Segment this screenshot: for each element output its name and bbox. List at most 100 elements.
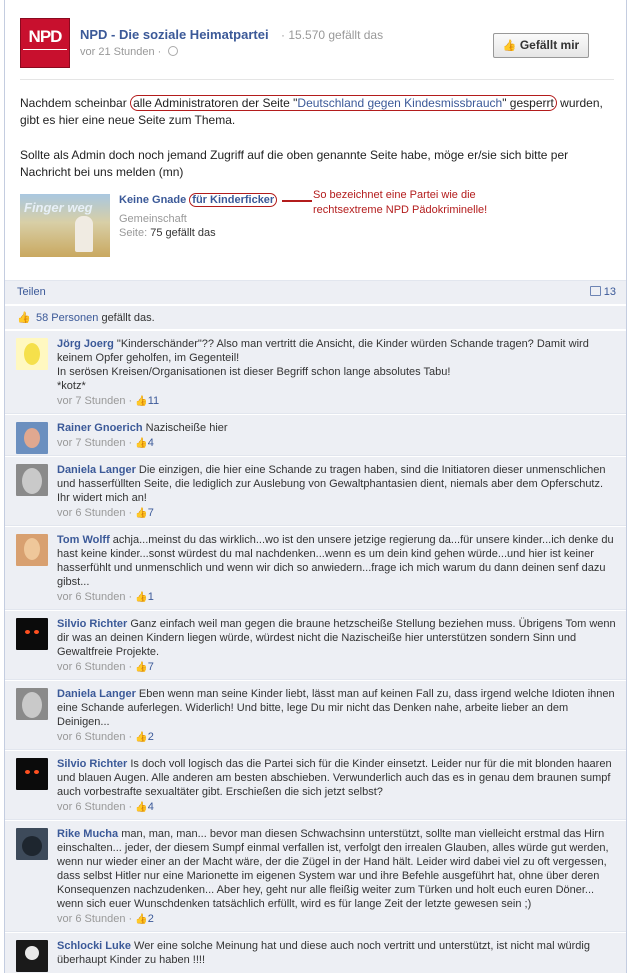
page-avatar[interactable]: NPD: [20, 18, 70, 68]
page-name-link[interactable]: NPD - Die soziale Heimatpartei: [80, 27, 269, 42]
comment-like-count[interactable]: 👍2: [135, 731, 154, 743]
comment-item: Rike Mucha man, man, man... bevor man di…: [5, 820, 626, 932]
comment-text-line3: *kotz*: [57, 380, 86, 392]
shared-page-type: Gemeinschaft: [119, 213, 187, 225]
logo-underline: [23, 49, 67, 57]
globe-icon: [168, 46, 179, 56]
likes-summary: 👍 58 Personen gefällt das.: [5, 305, 626, 329]
referenced-page-link[interactable]: Deutschland gegen Kindesmissbrauch: [297, 96, 502, 110]
avatar[interactable]: [16, 534, 48, 566]
comment-meta: vor 6 Stunden · 👍2: [57, 913, 154, 925]
likes-summary-text: 58 Personen gefällt das.: [36, 312, 155, 324]
avatar[interactable]: [16, 758, 48, 790]
page-likes-text: 15.570 gefällt das: [288, 28, 384, 42]
comment-body: Rainer Gnoerich Nazischeiße hier: [57, 421, 616, 435]
comment-time[interactable]: vor 6 Stunden: [57, 731, 126, 743]
logo-text: NPD: [28, 27, 63, 46]
comment-icon: [589, 286, 601, 296]
avatar[interactable]: [16, 422, 48, 454]
comment-text-line2: In serösen Kreisen/Organisationen ist di…: [57, 366, 451, 378]
circle-text-2: " gesperrt: [502, 96, 554, 110]
comment-text: Nazischeiße hier: [142, 422, 228, 434]
comment-like-count[interactable]: 👍4: [135, 801, 154, 813]
like-page-button[interactable]: 👍 Gefällt mir: [493, 33, 589, 58]
like-page-label: Gefällt mir: [519, 38, 580, 52]
post-paragraph-2: Sollte als Admin doch noch jemand Zugrif…: [20, 148, 569, 179]
comment-time[interactable]: vor 6 Stunden: [57, 591, 126, 603]
comment-meta: vor 6 Stunden · 👍7: [57, 661, 154, 673]
comment-like-count[interactable]: 👍2: [135, 913, 154, 925]
comment-item: Silvio Richter Is doch voll logisch das …: [5, 750, 626, 820]
post-paragraph-1: Nachdem scheinbar alle Administratoren d…: [20, 95, 610, 129]
avatar[interactable]: [16, 828, 48, 860]
comment-author[interactable]: Daniela Langer: [57, 688, 136, 700]
comment-count-value: 13: [603, 286, 616, 298]
post-message: Nachdem scheinbar alle Administratoren d…: [20, 95, 610, 199]
thumb-up-icon: 👍: [502, 40, 517, 52]
thumb-up-icon: 👍: [17, 312, 31, 324]
comment-body: Daniela Langer Die einzigen, die hier ei…: [57, 463, 616, 505]
comment-item: Schlocki Luke Wer eine solche Meinung ha…: [5, 932, 626, 973]
comment-count[interactable]: 13: [589, 286, 616, 298]
comment-like-count[interactable]: 👍7: [135, 661, 154, 673]
avatar[interactable]: [16, 618, 48, 650]
page-likes-count: · 15.570 gefällt das: [281, 28, 384, 42]
comment-item: Silvio Richter Ganz einfach weil man geg…: [5, 610, 626, 680]
likes-suffix: gefällt das.: [98, 312, 155, 324]
comment-author[interactable]: Rike Mucha: [57, 828, 118, 840]
comment-author[interactable]: Schlocki Luke: [57, 940, 131, 952]
post-time: vor 21 Stunden ·: [80, 46, 179, 58]
shared-page-attachment: Finger weg Keine Gnade für Kinderficker …: [20, 189, 620, 258]
shared-page-likes: Seite: 75 gefällt das: [119, 227, 216, 239]
comment-likes-value: 7: [147, 507, 154, 519]
comment-item: Jörg Joerg "Kinderschänder"?? Also man v…: [5, 330, 626, 414]
comment-author[interactable]: Jörg Joerg: [57, 338, 114, 350]
red-annotation-note: So bezeichnet eine Partei wie die rechts…: [313, 189, 488, 216]
post-timestamp[interactable]: vor 21 Stunden: [80, 46, 155, 58]
comment-item: Rainer Gnoerich Nazischeiße hier vor 7 St…: [5, 414, 626, 456]
comment-time[interactable]: vor 7 Stunden: [57, 395, 126, 407]
comment-author[interactable]: Tom Wolff: [57, 534, 110, 546]
comment-like-count[interactable]: 👍11: [135, 395, 159, 407]
avatar[interactable]: [16, 940, 48, 972]
circled-highlight: alle Administratoren der Seite "Deutschl…: [130, 95, 557, 111]
shared-page-title[interactable]: Keine Gnade für Kinderficker: [119, 193, 278, 207]
comment-body: Silvio Richter Is doch voll logisch das …: [57, 757, 616, 799]
avatar[interactable]: [16, 688, 48, 720]
comment-time[interactable]: vor 6 Stunden: [57, 507, 126, 519]
comment-body: Schlocki Luke Wer eine solche Meinung ha…: [57, 939, 616, 967]
thumb-up-icon: 👍: [135, 662, 148, 673]
comment-author[interactable]: Daniela Langer: [57, 464, 136, 476]
post-header: NPD NPD - Die soziale Heimatpartei · 15.…: [20, 18, 620, 70]
comment-meta: vor 6 Stunden · 👍2: [57, 731, 154, 743]
comment-author[interactable]: Silvio Richter: [57, 618, 127, 630]
post-actions-bar: Teilen 13: [5, 280, 626, 304]
comment-like-count[interactable]: 👍1: [135, 591, 154, 603]
comment-meta: vor 7 Stunden · 👍4: [57, 437, 154, 449]
comment-like-count[interactable]: 👍7: [135, 507, 154, 519]
comment-likes-value: 11: [147, 395, 160, 407]
likes-people-link[interactable]: 58 Personen: [36, 312, 98, 324]
avatar[interactable]: [16, 464, 48, 496]
circle-text-1: alle Administratoren der Seite ": [133, 96, 298, 110]
comment-time[interactable]: vor 6 Stunden: [57, 913, 126, 925]
comment-body: Silvio Richter Ganz einfach weil man geg…: [57, 617, 616, 659]
comment-body: Jörg Joerg "Kinderschänder"?? Also man v…: [57, 337, 616, 393]
comment-author[interactable]: Silvio Richter: [57, 758, 127, 770]
avatar[interactable]: [16, 338, 48, 370]
shared-page-image[interactable]: Finger weg: [20, 194, 110, 257]
shared-likes-label: Seite:: [119, 227, 148, 239]
comment-time[interactable]: vor 6 Stunden: [57, 661, 126, 673]
comment-time[interactable]: vor 6 Stunden: [57, 801, 126, 813]
comments-list: Jörg Joerg "Kinderschänder"?? Also man v…: [5, 330, 626, 973]
comment-item: Daniela Langer Die einzigen, die hier ei…: [5, 456, 626, 526]
comment-likes-value: 4: [147, 437, 154, 449]
thumb-up-icon: 👍: [135, 508, 148, 519]
comment-author[interactable]: Rainer Gnoerich: [57, 422, 143, 434]
image-child-figure: [75, 216, 93, 252]
comment-time[interactable]: vor 7 Stunden: [57, 437, 126, 449]
comment-like-count[interactable]: 👍4: [135, 437, 154, 449]
comment-meta: vor 6 Stunden · 👍1: [57, 591, 154, 603]
share-link[interactable]: Teilen: [17, 286, 46, 298]
comment-likes-value: 2: [147, 913, 154, 925]
